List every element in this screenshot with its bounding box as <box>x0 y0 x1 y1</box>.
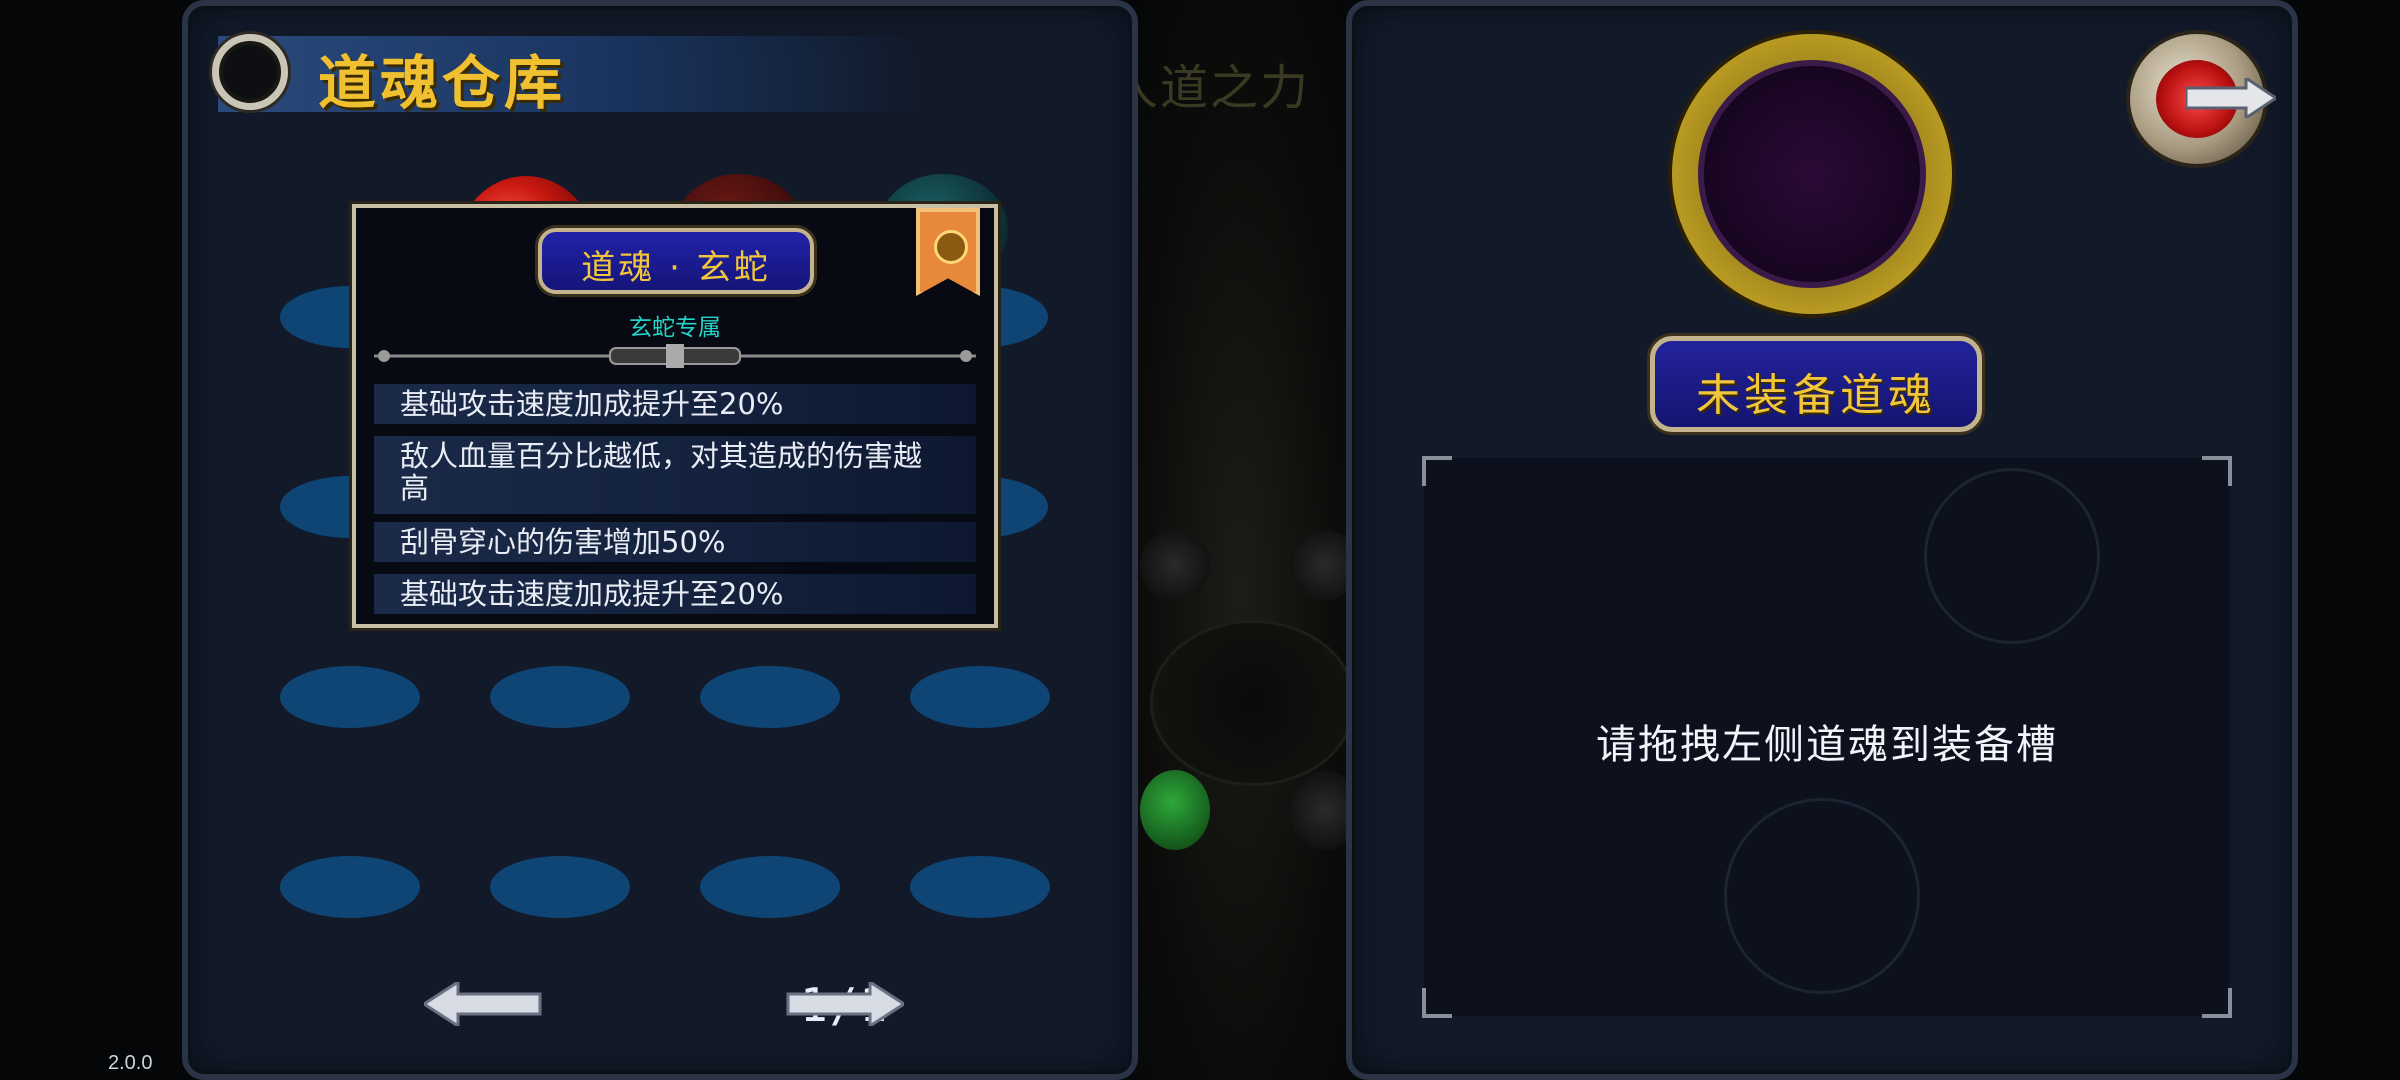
soul-slot[interactable] <box>700 856 840 918</box>
equip-panel: 未装备道魂 请拖拽左侧道魂到装备槽 <box>1346 0 2298 1080</box>
soul-slot[interactable] <box>700 666 840 728</box>
equip-status-plate: 未装备道魂 <box>1650 336 1982 432</box>
ghost-rune-circle <box>1924 468 2100 644</box>
effect-row-3: 刮骨穿心的伤害增加50% <box>374 522 976 562</box>
ornamental-divider <box>374 344 976 368</box>
background-ghost-title: 人道之力 <box>1110 60 1311 116</box>
background-orb <box>1140 770 1210 850</box>
arrow-right-icon <box>2186 78 2276 118</box>
effect-row-2: 敌人血量百分比越低，对其造成的伤害越高 <box>374 436 976 514</box>
panel-title: 道魂仓库 <box>318 49 567 117</box>
background-orb <box>1140 530 1210 600</box>
corner-bracket <box>1422 456 1452 486</box>
equip-status: 未装备道魂 <box>1696 370 1936 421</box>
corner-bracket <box>2202 456 2232 486</box>
prev-page-arrow-icon[interactable] <box>424 982 544 1026</box>
ghost-rune-circle <box>1724 798 1920 994</box>
soul-slot[interactable] <box>280 856 420 918</box>
soul-slot[interactable] <box>910 856 1050 918</box>
next-page-arrow-icon[interactable] <box>784 982 904 1026</box>
equip-slot-socket[interactable] <box>1698 60 1926 288</box>
soul-name-plate: 道魂 · 玄蛇 <box>538 228 814 294</box>
favorite-badge-icon[interactable] <box>916 208 980 296</box>
title-ring-icon <box>212 34 288 110</box>
soul-slot[interactable] <box>910 666 1050 728</box>
corner-bracket <box>1422 988 1452 1018</box>
back-button[interactable] <box>2130 34 2276 164</box>
corner-bracket <box>2202 988 2232 1018</box>
soul-slot[interactable] <box>280 666 420 728</box>
effect-row-4: 基础攻击速度加成提升至20% <box>374 574 976 614</box>
background-socket <box>1150 620 1356 786</box>
soul-name: 道魂 · 玄蛇 <box>581 248 771 288</box>
soul-tooltip: 道魂 · 玄蛇 玄蛇专属 基础攻击速度加成提升至20% 敌人血量百分比越低，对其… <box>352 204 998 628</box>
drop-zone[interactable]: 请拖拽左侧道魂到装备槽 <box>1422 456 2232 1018</box>
soul-slot[interactable] <box>490 666 630 728</box>
effect-row-1: 基础攻击速度加成提升至20% <box>374 384 976 424</box>
version-label: 2.0.0 <box>108 1052 153 1074</box>
soul-exclusive-label: 玄蛇专属 <box>629 315 721 341</box>
badge-emblem-icon <box>934 230 968 264</box>
drag-hint: 请拖拽左侧道魂到装备槽 <box>1596 722 2058 768</box>
soul-slot[interactable] <box>490 856 630 918</box>
equip-slot-ring[interactable] <box>1672 34 1952 314</box>
